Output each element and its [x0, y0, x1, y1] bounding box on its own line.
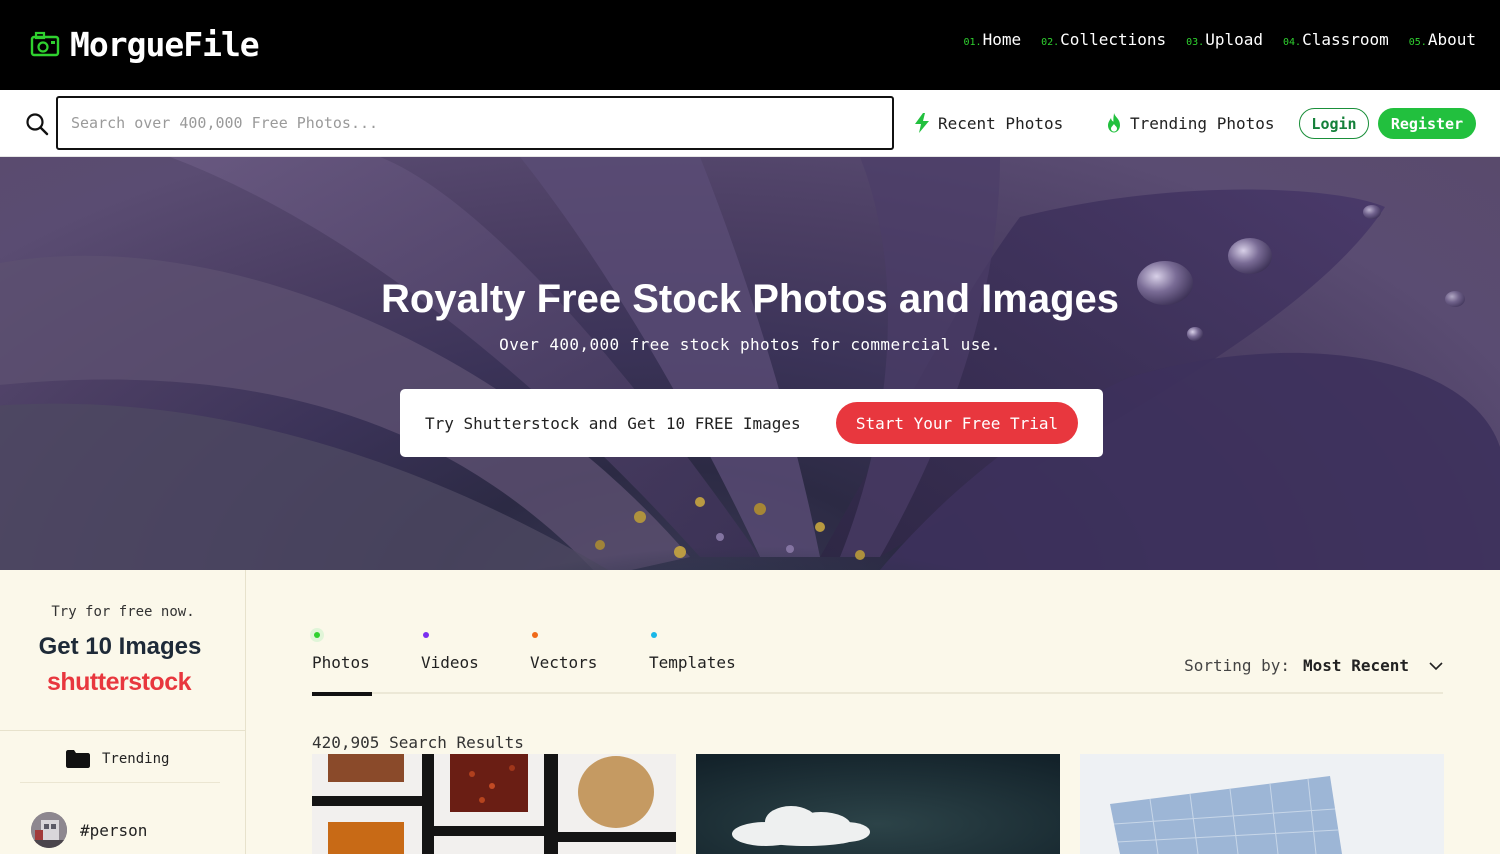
tab-dot: [532, 632, 538, 638]
photo-thumbnail[interactable]: [312, 754, 676, 854]
nav-upload[interactable]: 03.Upload: [1186, 30, 1263, 49]
search-result-count: 420,905 Search Results: [312, 733, 524, 752]
flower-background-image: [0, 157, 1500, 570]
active-tab-indicator: [312, 692, 372, 696]
shutterstock-promo-box: Try Shutterstock and Get 10 FREE Images …: [400, 389, 1103, 457]
nav-label: About: [1427, 30, 1476, 49]
tab-vectors[interactable]: Vectors: [530, 628, 600, 694]
tab-label: Videos: [421, 653, 479, 672]
spices-photo: [312, 754, 676, 854]
nav-number: 02.: [1041, 37, 1060, 48]
sidebar-divider: [20, 782, 220, 783]
tab-videos[interactable]: Videos: [421, 628, 481, 694]
tab-templates[interactable]: Templates: [649, 628, 739, 694]
nav-label: Home: [982, 30, 1022, 49]
sidebar-trending-label: Trending: [102, 751, 170, 767]
tab-dot: [314, 632, 320, 638]
top-bar: MorgueFile 01.Home 02.Collections 03.Upl…: [0, 0, 1500, 90]
lightning-icon: [915, 113, 929, 133]
hero-title: Royalty Free Stock Photos and Images: [381, 277, 1119, 321]
logo-text: MorgueFile: [70, 24, 260, 64]
search-bar-row: Recent Photos Trending Photos Login Regi…: [0, 90, 1500, 157]
photo-thumbnail[interactable]: [696, 754, 1060, 854]
camera-logo-icon: [30, 31, 60, 57]
nav-number: 04.: [1283, 37, 1302, 48]
register-button[interactable]: Register: [1378, 108, 1476, 139]
search-input[interactable]: [56, 96, 894, 150]
nav-collections[interactable]: 02.Collections: [1041, 30, 1166, 49]
tab-photos[interactable]: Photos: [312, 628, 372, 696]
main-nav: 01.Home 02.Collections 03.Upload 04.Clas…: [944, 30, 1476, 49]
sorting-dropdown[interactable]: Sorting by: Most Recent: [1184, 656, 1443, 675]
nav-label: Collections: [1060, 30, 1167, 49]
hero-banner: Royalty Free Stock Photos and Images Ove…: [0, 157, 1500, 570]
nav-number: 05.: [1408, 37, 1427, 48]
trending-photos-link[interactable]: Trending Photos: [1106, 113, 1275, 133]
nav-number: 01.: [963, 37, 982, 48]
nav-number: 03.: [1186, 37, 1205, 48]
main-content: Photos Videos Vectors Templates Sorting …: [247, 570, 1500, 854]
sidebar-try-text: Try for free now.: [51, 604, 195, 620]
search-icon[interactable]: [25, 112, 49, 136]
promo-text: Try Shutterstock and Get 10 FREE Images: [425, 414, 801, 433]
sidebar-divider: [0, 730, 246, 731]
hero-subtitle: Over 400,000 free stock photos for comme…: [499, 335, 1001, 354]
tab-label: Templates: [649, 653, 736, 672]
sidebar-tag-label: #person: [80, 820, 148, 840]
sorting-label: Sorting by:: [1184, 656, 1291, 675]
flame-icon: [1108, 113, 1120, 133]
tab-dot: [423, 632, 429, 638]
tag-thumbnail-image: [31, 812, 67, 848]
recent-photos-link[interactable]: Recent Photos: [914, 113, 1063, 133]
shutterstock-logo[interactable]: shutterstock: [0, 668, 238, 697]
sidebar-get-images-text[interactable]: Get 10 Images: [0, 633, 240, 661]
chevron-down-icon: [1429, 661, 1443, 670]
tag-avatar: [31, 812, 67, 848]
start-free-trial-button[interactable]: Start Your Free Trial: [836, 402, 1078, 444]
sidebar: Try for free now. Get 10 Images shutters…: [0, 570, 246, 854]
nav-label: Upload: [1205, 30, 1263, 49]
trending-photos-label: Trending Photos: [1130, 113, 1275, 133]
nav-classroom[interactable]: 04.Classroom: [1283, 30, 1389, 49]
building-photo: [1080, 754, 1444, 854]
photo-thumbnail[interactable]: [1080, 754, 1444, 854]
logo[interactable]: MorgueFile: [30, 24, 260, 64]
tab-label: Vectors: [530, 653, 598, 672]
login-button[interactable]: Login: [1299, 108, 1369, 139]
folder-icon: [66, 750, 90, 768]
recent-photos-label: Recent Photos: [938, 113, 1064, 133]
cloud-photo: [696, 754, 1060, 854]
sorting-value: Most Recent: [1303, 656, 1409, 675]
nav-label: Classroom: [1302, 30, 1389, 49]
tab-label: Photos: [312, 653, 370, 672]
nav-about[interactable]: 05.About: [1409, 30, 1476, 49]
sidebar-item-trending[interactable]: Trending: [66, 750, 169, 768]
tab-dot: [651, 632, 657, 638]
sidebar-tag-person[interactable]: #person: [31, 812, 147, 848]
nav-home[interactable]: 01.Home: [964, 30, 1022, 49]
